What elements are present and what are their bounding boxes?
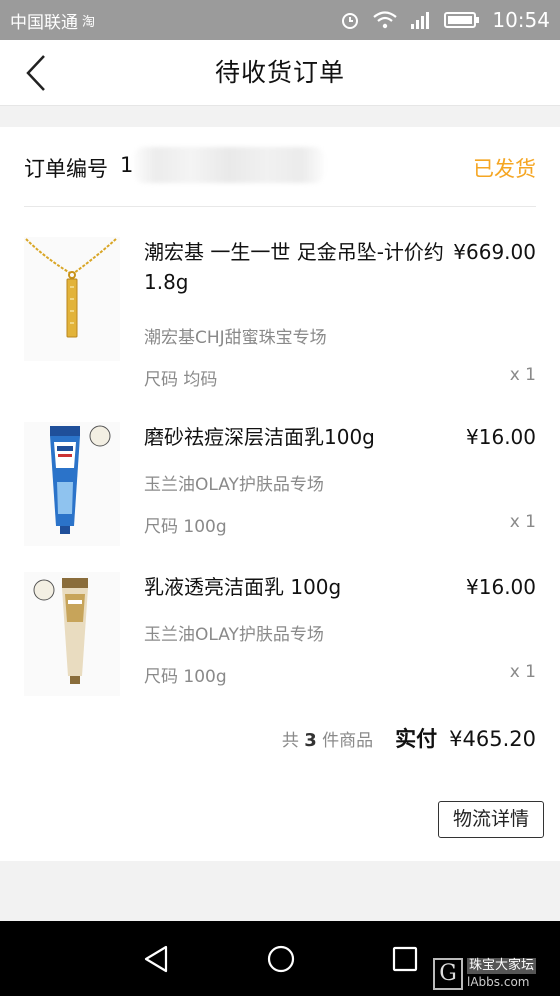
item-shop: 潮宏基CHJ甜蜜珠宝专场 [144,328,327,348]
watermark-site: lAbbs.com [467,975,530,989]
order-number-label: 订单编号 [24,157,108,181]
order-number-blur [134,147,324,183]
wifi-icon [373,11,398,29]
item-shop: 玉兰油OLAY护肤品专场 [144,475,324,495]
alarm-icon [342,13,359,29]
item-count: 共 3 件商品 [282,726,373,751]
item-shop: 玉兰油OLAY护肤品专场 [144,625,324,645]
order-number-value: 1 [120,153,134,177]
item-quantity: x 1 [509,365,536,385]
status-right: 10:54 [340,8,550,32]
status-left: 中国联通 淘 [10,8,95,33]
order-summary: 共 3 件商品 实付 ¥465.20 [282,723,536,753]
item-thumbnail[interactable] [24,422,120,546]
paid-amount: ¥465.20 [449,727,536,751]
page-title: 待收货订单 [214,58,345,87]
navigation-bar: G 珠宝大家坛 lAbbs.com [0,921,560,996]
watermark-text: 珠宝大家坛 lAbbs.com [467,958,537,990]
item-quantity: x 1 [509,512,536,532]
item-spec: 尺码 均码 [144,370,218,390]
header: 待收货订单 [0,40,560,106]
cleanser-tube-blue-image [50,425,111,534]
logistics-details-button[interactable]: 物流详情 [438,801,544,838]
item-price: ¥16.00 [466,425,536,449]
status-bar: 中国联通 淘 10:54 [0,0,560,40]
watermark-name: 珠宝大家坛 [467,958,537,974]
circle-home-icon [267,945,295,973]
signal-icon [411,12,430,29]
order-item[interactable]: 磨砂祛痘深层洁面乳100g ¥16.00 玉兰油OLAY护肤品专场 尺码 100… [24,422,536,552]
item-count-suffix: 件商品 [322,731,374,751]
order-number-row: 订单编号 1 已发货 [24,127,536,207]
paid-label: 实付 [395,727,438,751]
item-thumbnail[interactable] [24,237,120,361]
item-name: 磨砂祛痘深层洁面乳100g [144,425,375,449]
item-count-value: 3 [304,730,317,751]
nav-back-button[interactable] [136,939,176,979]
square-recent-icon [392,946,418,972]
order-status: 已发货 [473,157,536,181]
order-card: 订单编号 1 已发货 潮宏基 一生一世 足金吊坠-计价约1.8g ¥669.00… [0,127,560,861]
triangle-back-icon [144,945,168,973]
item-quantity: x 1 [509,662,536,682]
order-item[interactable]: 乳液透亮洁面乳 100g ¥16.00 玉兰油OLAY护肤品专场 尺码 100g… [24,572,536,702]
item-price: ¥669.00 [453,240,536,264]
nav-home-button[interactable] [261,939,301,979]
battery-icon [444,12,480,28]
item-spec: 尺码 100g [144,667,227,687]
carrier-name: 中国联通 [10,12,78,33]
item-name: 潮宏基 一生一世 足金吊坠-计价约1.8g [144,240,444,294]
item-price: ¥16.00 [466,575,536,599]
item-thumbnail[interactable] [24,572,120,696]
order-item[interactable]: 潮宏基 一生一世 足金吊坠-计价约1.8g ¥669.00 潮宏基CHJ甜蜜珠宝… [24,237,536,390]
watermark-logo: G 珠宝大家坛 lAbbs.com [433,955,557,993]
item-count-prefix: 共 [281,731,299,751]
nav-recent-button[interactable] [385,939,425,979]
cleanser-tube-gold-image [33,578,88,684]
item-spec: 尺码 100g [144,517,227,537]
item-name: 乳液透亮洁面乳 100g [144,575,342,599]
carrier-tag: 淘 [82,14,96,30]
status-time: 10:54 [492,8,550,32]
gold-pendant-image [25,238,117,338]
watermark-letter: G [433,958,463,990]
